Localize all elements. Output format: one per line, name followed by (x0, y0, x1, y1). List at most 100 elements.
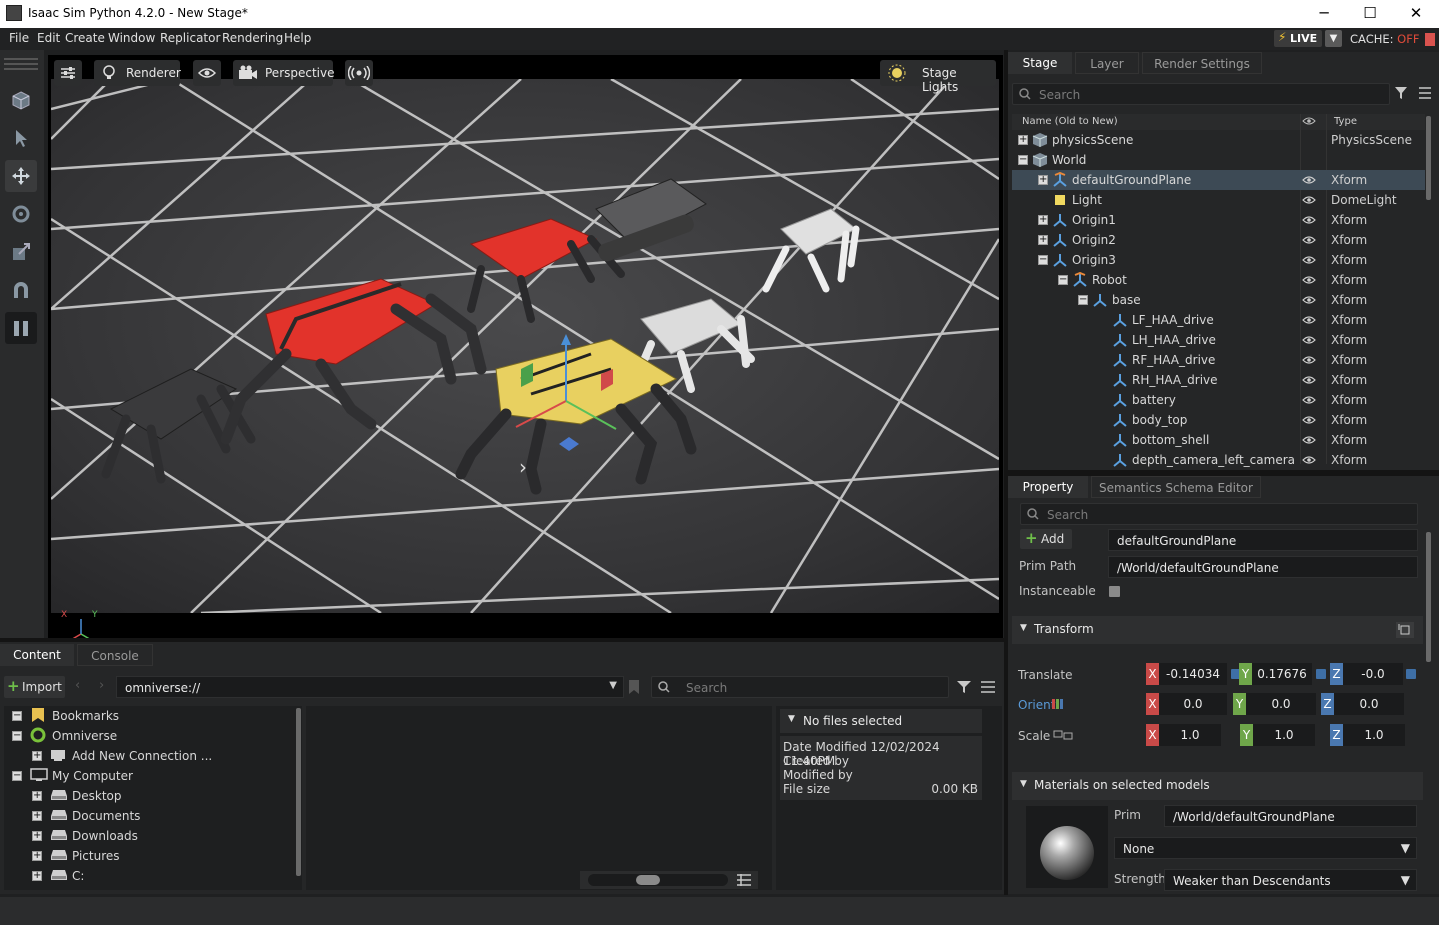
expand-icon[interactable]: + (1038, 235, 1048, 245)
visibility-eye-icon[interactable] (1302, 454, 1316, 468)
expand-icon[interactable]: + (32, 791, 42, 801)
menu-file[interactable]: File (9, 31, 29, 45)
expand-icon[interactable]: + (32, 851, 42, 861)
add-button[interactable]: + Add (1020, 529, 1072, 549)
stage-tree-row[interactable]: battery Xform (1012, 390, 1425, 410)
renderer-button[interactable]: Renderer (94, 60, 181, 86)
collapse-icon[interactable]: − (1038, 255, 1048, 265)
stage-tree-row[interactable]: + Origin1 Xform (1012, 210, 1425, 230)
stage-property-splitter[interactable] (1008, 470, 1439, 476)
stage-tree-row[interactable]: + physicsScene PhysicsScene (1012, 130, 1425, 150)
expand-icon[interactable]: + (1038, 175, 1048, 185)
cache-status[interactable]: CACHE: OFF (1350, 32, 1436, 46)
instanceable-checkbox[interactable] (1109, 586, 1120, 597)
content-tree-item[interactable]: + Documents (4, 806, 292, 826)
list-view-icon[interactable] (736, 874, 752, 886)
menu-rendering[interactable]: Rendering (222, 31, 283, 45)
materials-section-header[interactable]: ▼ Materials on selected models (1012, 772, 1423, 800)
visibility-eye-icon[interactable] (1302, 434, 1316, 448)
visibility-eye-icon[interactable] (1302, 294, 1316, 308)
stage-tree-row[interactable]: LF_HAA_drive Xform (1012, 310, 1425, 330)
visibility-eye-icon[interactable] (1302, 274, 1316, 288)
menu-edit[interactable]: Edit (37, 31, 60, 45)
orient-label[interactable]: Orient (1018, 698, 1055, 712)
tab-stage[interactable]: Stage (1008, 52, 1072, 74)
translate-z-key-icon[interactable] (1406, 669, 1416, 679)
stage-lights-button[interactable]: Stage Lights (880, 60, 996, 94)
visibility-eye-icon[interactable] (1302, 214, 1316, 228)
slider-handle[interactable] (636, 875, 660, 885)
translate-x-field[interactable]: -0.14034 (1159, 663, 1227, 685)
translate-z-field[interactable]: -0.0 (1343, 663, 1403, 685)
rotate-tool-button[interactable] (5, 198, 37, 230)
tab-semantics-schema-editor[interactable]: Semantics Schema Editor (1091, 476, 1261, 498)
orient-y-field[interactable]: 0.0 (1246, 693, 1316, 715)
stage-tree-row[interactable]: + Origin2 Xform (1012, 230, 1425, 250)
prim-path-field[interactable]: /World/defaultGroundPlane (1108, 556, 1418, 578)
visibility-eye-icon[interactable] (1302, 194, 1316, 208)
orient-mode-icon[interactable] (1052, 698, 1064, 710)
camera-button[interactable]: Perspective (233, 60, 335, 86)
collapse-icon[interactable]: − (12, 731, 22, 741)
visibility-eye-icon[interactable] (1302, 334, 1316, 348)
filter-icon[interactable] (956, 680, 972, 694)
filter-icon[interactable] (1394, 86, 1408, 100)
property-search-input[interactable]: Search (1020, 503, 1418, 525)
visibility-eye-icon[interactable] (1302, 174, 1316, 188)
menu-icon[interactable] (1418, 87, 1432, 99)
content-tree-item[interactable]: + Add New Connection ... (4, 746, 292, 766)
forward-arrow-icon[interactable]: › (99, 678, 104, 693)
transform-section-header[interactable]: ▼ Transform (1012, 616, 1423, 644)
thumbnail-size-slider[interactable] (588, 874, 728, 886)
scale-z-field[interactable]: 1.0 (1343, 724, 1405, 746)
visibility-eye-icon[interactable] (1302, 354, 1316, 368)
eye-icon[interactable] (1302, 116, 1316, 126)
tab-console[interactable]: Console (77, 644, 153, 666)
menu-replicator[interactable]: Replicator (160, 31, 220, 45)
viewport-settings-button[interactable] (54, 60, 82, 86)
column-type-header[interactable]: Type (1334, 116, 1357, 127)
content-tree-item[interactable]: + Desktop (4, 786, 292, 806)
collapse-icon[interactable]: − (1058, 275, 1068, 285)
content-tree-item[interactable]: − Bookmarks (4, 706, 292, 726)
translate-y-key-icon[interactable] (1316, 669, 1326, 679)
content-tree-item[interactable]: + Pictures (4, 846, 292, 866)
material-prim-field[interactable]: /World/defaultGroundPlane (1164, 805, 1417, 827)
collapse-icon[interactable]: − (1018, 155, 1028, 165)
visibility-eye-icon[interactable] (1302, 414, 1316, 428)
menu-icon[interactable] (980, 681, 996, 693)
details-header[interactable]: ▼ No files selected (780, 709, 982, 733)
visibility-eye-icon[interactable] (1302, 314, 1316, 328)
viewport[interactable]: › X Y Renderer Perspective Stage Lights (48, 55, 1003, 668)
stage-tree-row[interactable]: LH_HAA_drive Xform (1012, 330, 1425, 350)
stage-tree-row[interactable]: depth_camera_left_camera Xform (1012, 450, 1425, 470)
broadcast-button[interactable] (345, 60, 373, 86)
scale-tool-button[interactable] (5, 236, 37, 268)
snap-button[interactable] (5, 274, 37, 306)
stage-tree-row[interactable]: − Robot Xform (1012, 270, 1425, 290)
move-tool-button[interactable] (5, 160, 37, 192)
collapse-icon[interactable]: − (12, 711, 22, 721)
viewport-scene[interactable]: › (51, 79, 999, 668)
visibility-eye-icon[interactable] (1302, 374, 1316, 388)
strength-select[interactable]: Weaker than Descendants ▼ (1164, 869, 1417, 891)
live-dropdown-button[interactable]: ▼ (1325, 30, 1342, 47)
bookmark-icon[interactable] (628, 679, 640, 695)
orient-x-field[interactable]: 0.0 (1159, 693, 1227, 715)
maximize-button[interactable]: ☐ (1347, 0, 1393, 28)
stage-scrollbar[interactable] (1426, 116, 1431, 200)
transform-options-icon[interactable] (1395, 621, 1415, 639)
content-search-input[interactable]: Search (651, 676, 949, 698)
scale-y-field[interactable]: 1.0 (1253, 724, 1315, 746)
expand-icon[interactable]: + (32, 811, 42, 821)
live-button[interactable]: ⚡ LIVE (1274, 30, 1322, 47)
content-tree-scrollbar[interactable] (296, 708, 301, 876)
content-tree-item[interactable]: − My Computer (4, 766, 292, 786)
orient-z-field[interactable]: 0.0 (1334, 693, 1404, 715)
tab-property[interactable]: Property (1008, 476, 1088, 498)
stage-tree-row[interactable]: − World (1012, 150, 1425, 170)
tab-content[interactable]: Content (0, 644, 74, 666)
link-scale-icon[interactable] (1053, 729, 1073, 741)
expand-icon[interactable]: + (32, 751, 42, 761)
import-button[interactable]: + Import (4, 676, 65, 698)
